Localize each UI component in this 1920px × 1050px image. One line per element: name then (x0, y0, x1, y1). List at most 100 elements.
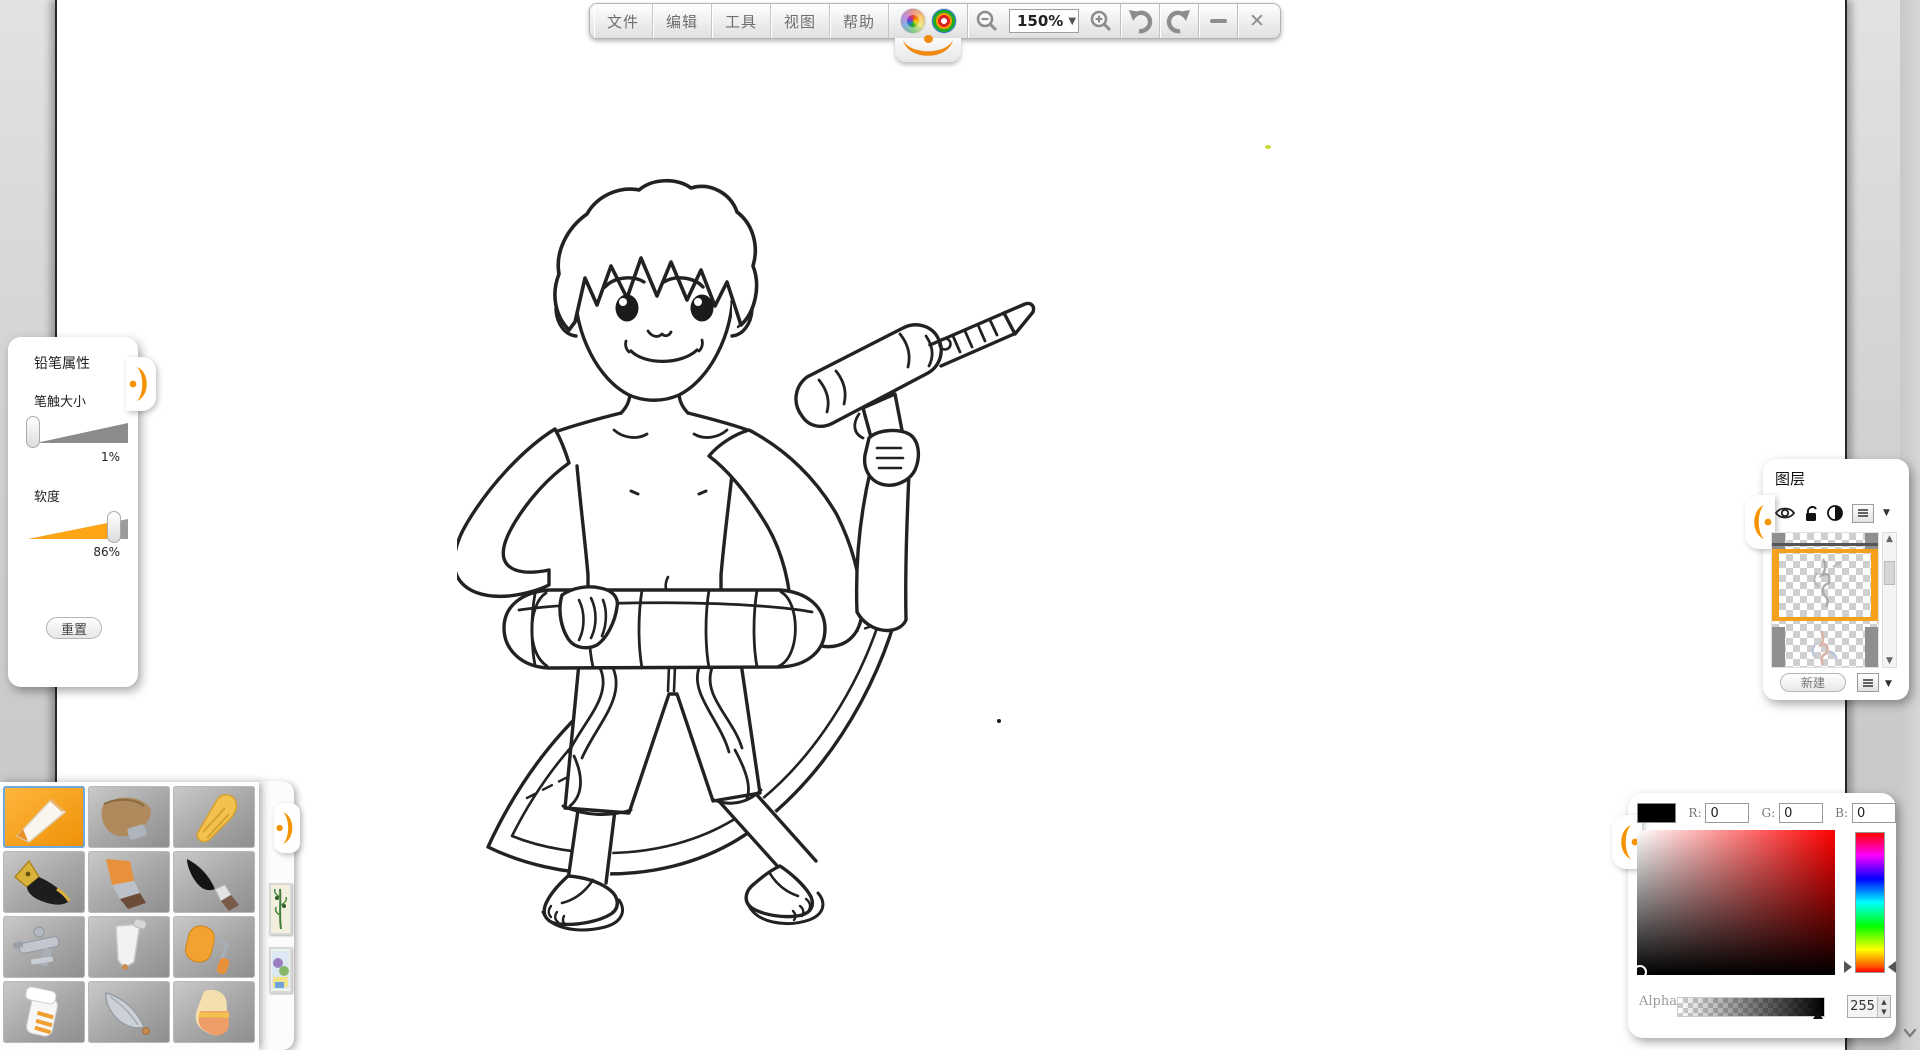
undo-icon (1127, 8, 1153, 34)
softness-slider[interactable] (24, 511, 132, 547)
menu-list-icon (1857, 508, 1869, 518)
layer-menu-caret-icon[interactable]: ▼ (1883, 508, 1890, 518)
tool-palette (0, 782, 259, 1050)
ink-brush-icon (175, 853, 253, 911)
combo-caret-icon[interactable]: ▼ (1063, 16, 1081, 27)
zoom-level-value: 150% (1017, 12, 1063, 30)
redo-button[interactable] (1160, 4, 1198, 38)
layers-options-button[interactable] (1857, 673, 1879, 692)
alpha-down-icon[interactable]: ▼ (1878, 1007, 1890, 1017)
scrollbar-thumb[interactable] (1884, 561, 1895, 585)
layer-list (1771, 532, 1879, 668)
menu-list-icon (1862, 678, 1874, 688)
brush-size-value: 1% (24, 450, 120, 464)
new-layer-button[interactable]: 新建 (1780, 673, 1846, 692)
menu-view[interactable]: 视图 (771, 4, 830, 38)
tool-flat-brush[interactable] (88, 851, 170, 913)
layer-item-2[interactable] (1772, 627, 1878, 668)
layer-menu-button[interactable] (1852, 504, 1874, 523)
hue-marker-left-icon[interactable] (1844, 961, 1852, 973)
lock-icon[interactable] (1804, 505, 1818, 522)
zoom-in-icon (1089, 9, 1113, 33)
zoom-out-button[interactable] (968, 4, 1006, 38)
size-slider-thumb[interactable] (26, 416, 40, 448)
r-label: R: (1688, 806, 1701, 820)
zoom-in-button[interactable] (1082, 4, 1120, 38)
airbrush-icon (5, 918, 83, 976)
palette-knife-icon (90, 918, 168, 976)
wood-pencil-icon (90, 788, 168, 846)
softness-slider-thumb[interactable] (107, 511, 121, 543)
visibility-eye-icon[interactable] (1775, 506, 1795, 520)
menu-help[interactable]: 帮助 (830, 4, 889, 38)
tool-airbrush[interactable] (3, 916, 85, 978)
texture-thumb-picture[interactable] (269, 947, 292, 993)
reset-button[interactable]: 重置 (46, 617, 102, 639)
tool-eraser[interactable] (173, 981, 255, 1043)
stray-mark-black (997, 719, 1001, 723)
menu-file[interactable]: 文件 (594, 4, 653, 38)
tool-wood-pencil[interactable] (88, 786, 170, 848)
layer-scrollbar[interactable]: ▲ ▼ (1882, 532, 1897, 668)
alpha-spinner[interactable]: 255 ▲ ▼ (1847, 995, 1891, 1018)
tool-sharp-pencil[interactable] (3, 786, 85, 848)
layer-item-partial[interactable] (1772, 533, 1878, 549)
color-picker-panel: R: G: B: Alpha 255 ▲ ▼ (1628, 793, 1896, 1038)
brush-size-slider[interactable] (24, 416, 132, 452)
drawing-canvas[interactable] (55, 0, 1847, 1050)
paint-roller-icon (175, 918, 253, 976)
tool-fountain-pen[interactable] (3, 851, 85, 913)
scroll-down-arrow[interactable] (1902, 1025, 1918, 1044)
scroll-down-icon[interactable]: ▼ (1883, 656, 1896, 666)
palette-collapse-tab[interactable] (274, 803, 300, 853)
current-color-swatch[interactable] (1637, 803, 1676, 823)
alpha-slider[interactable] (1677, 997, 1825, 1017)
zoom-out-icon (975, 9, 999, 33)
sv-selection-marker[interactable] (1633, 965, 1647, 979)
stray-mark-yellow (1265, 145, 1271, 149)
hue-strip[interactable] (1855, 832, 1885, 973)
ear-icon (1747, 502, 1773, 542)
layers-options-caret-icon[interactable]: ▼ (1885, 679, 1892, 689)
brush-size-label: 笔触大小 (34, 391, 138, 410)
g-input[interactable] (1779, 803, 1823, 823)
clown-smile (895, 38, 961, 62)
tool-palette-knife[interactable] (88, 916, 170, 978)
hue-marker-right-icon[interactable] (1888, 961, 1896, 973)
clown-nose-icon (924, 35, 933, 43)
zoom-level-combo[interactable]: 150% ▼ (1009, 9, 1079, 33)
tool-paint-roller[interactable] (173, 916, 255, 978)
minimize-button[interactable] (1199, 4, 1237, 38)
tool-ink-brush[interactable] (173, 851, 255, 913)
menu-tools[interactable]: 工具 (712, 4, 771, 38)
texture-strip (256, 781, 294, 1050)
close-icon: ✕ (1249, 10, 1265, 32)
tool-spear-knife[interactable] (88, 981, 170, 1043)
undo-button[interactable] (1121, 4, 1159, 38)
minimize-icon (1210, 19, 1227, 23)
spear-knife-icon (90, 983, 168, 1041)
menu-edit[interactable]: 编辑 (653, 4, 712, 38)
clown-right-eye-icon[interactable] (931, 8, 957, 34)
crayon-icon (175, 788, 253, 846)
clown-left-eye-icon[interactable] (900, 8, 926, 34)
texture-thumb-plant[interactable] (269, 883, 292, 935)
alpha-marker-icon[interactable] (1813, 1011, 1823, 1019)
saturation-value-field[interactable] (1637, 830, 1835, 975)
alpha-up-icon[interactable]: ▲ (1878, 997, 1890, 1007)
softness-label: 软度 (34, 486, 138, 505)
close-button[interactable]: ✕ (1238, 4, 1276, 38)
eraser-icon (175, 983, 253, 1041)
main-toolbar: 文件 编辑 工具 视图 帮助 150% ▼ (589, 3, 1281, 39)
tool-paint-jar[interactable] (3, 981, 85, 1043)
alpha-label: Alpha (1635, 993, 1681, 1010)
r-input[interactable] (1705, 803, 1749, 823)
contrast-icon[interactable] (1827, 505, 1843, 521)
mascot-toggle[interactable] (889, 4, 967, 38)
ear-icon (275, 808, 299, 848)
paint-jar-icon (5, 983, 83, 1041)
layer-item-selected[interactable] (1772, 549, 1878, 621)
tool-crayon[interactable] (173, 786, 255, 848)
scroll-up-icon[interactable]: ▲ (1883, 534, 1896, 544)
b-input[interactable] (1852, 803, 1896, 823)
